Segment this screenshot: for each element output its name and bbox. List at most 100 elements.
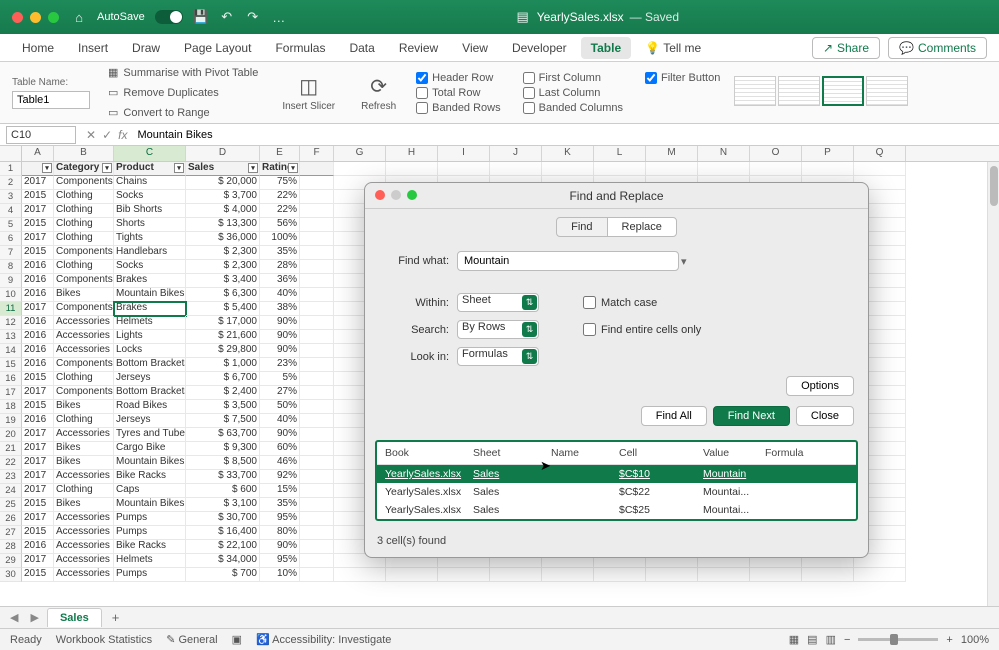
view-pagelayout-icon[interactable]: ▤ <box>807 633 817 646</box>
search-select[interactable]: By Rows⇅ <box>457 320 539 339</box>
tab-insert[interactable]: Insert <box>68 37 118 59</box>
col-header-A[interactable]: A <box>22 146 54 161</box>
cell[interactable]: 2016 <box>22 274 54 288</box>
cell[interactable]: Accessories <box>54 428 114 442</box>
cell[interactable]: Bike Racks <box>114 540 186 554</box>
cell[interactable]: $ 4,000 <box>186 204 260 218</box>
zoom-out-icon[interactable]: − <box>844 634 850 646</box>
cell[interactable]: $ 8,500 <box>186 456 260 470</box>
within-select[interactable]: Sheet⇅ <box>457 293 539 312</box>
cell[interactable]: 36% <box>260 274 300 288</box>
table-name-input[interactable] <box>12 91 90 109</box>
cell[interactable]: Components <box>54 302 114 316</box>
cell[interactable]: Components <box>54 386 114 400</box>
table-header[interactable] <box>300 162 334 176</box>
cell[interactable]: 90% <box>260 540 300 554</box>
undo-icon[interactable]: ↶ <box>219 9 235 25</box>
cell[interactable]: $ 5,400 <box>186 302 260 316</box>
col-header-Q[interactable]: Q <box>854 146 906 161</box>
cell[interactable]: 2017 <box>22 232 54 246</box>
cell[interactable]: Bike Racks <box>114 470 186 484</box>
cell[interactable]: Accessories <box>54 330 114 344</box>
cell[interactable]: 22% <box>260 204 300 218</box>
find-next-button[interactable]: Find Next <box>713 406 790 426</box>
find-all-button[interactable]: Find All <box>641 406 707 426</box>
cell[interactable]: 40% <box>260 414 300 428</box>
redo-icon[interactable]: ↷ <box>245 9 261 25</box>
cell[interactable]: 90% <box>260 330 300 344</box>
cell[interactable]: $ 22,100 <box>186 540 260 554</box>
view-pagebreak-icon[interactable]: ▥ <box>826 633 836 646</box>
cell[interactable]: 2016 <box>22 316 54 330</box>
cell[interactable]: 27% <box>260 386 300 400</box>
tab-page-layout[interactable]: Page Layout <box>174 37 261 59</box>
cell[interactable]: 2016 <box>22 540 54 554</box>
sheet-nav-next-icon[interactable]: ▶ <box>26 611 42 624</box>
cell[interactable]: Bikes <box>54 498 114 512</box>
view-normal-icon[interactable]: ▦ <box>789 633 799 646</box>
autosave-toggle[interactable] <box>155 10 183 24</box>
cell[interactable]: $ 2,300 <box>186 260 260 274</box>
cell[interactable]: Socks <box>114 260 186 274</box>
col-header-K[interactable]: K <box>542 146 594 161</box>
remove-dupes-button[interactable]: ▭ Remove Duplicates <box>104 84 262 101</box>
cell[interactable]: $ 1,000 <box>186 358 260 372</box>
result-row[interactable]: YearlySales.xlsxSales$C$10Mountain <box>377 465 856 483</box>
cell[interactable]: 2017 <box>22 442 54 456</box>
cell[interactable]: 56% <box>260 218 300 232</box>
cell[interactable]: Jerseys <box>114 414 186 428</box>
cell[interactable]: 15% <box>260 484 300 498</box>
cell[interactable]: Socks <box>114 190 186 204</box>
maximize-window-icon[interactable] <box>48 12 59 23</box>
cancel-formula-icon[interactable]: ✕ <box>86 128 96 142</box>
cell[interactable]: $ 33,700 <box>186 470 260 484</box>
dialog-close-icon[interactable] <box>375 190 385 200</box>
options-button[interactable]: Options <box>786 376 854 396</box>
tab-table[interactable]: Table <box>581 37 631 59</box>
cell[interactable]: $ 3,500 <box>186 400 260 414</box>
sheet-tab-sales[interactable]: Sales <box>47 608 102 627</box>
cell[interactable]: Components <box>54 274 114 288</box>
col-header-H[interactable]: H <box>386 146 438 161</box>
table-header[interactable]: ▾ <box>22 162 54 176</box>
last-col-checkbox[interactable]: Last Column <box>523 87 623 99</box>
table-header[interactable]: Category▾ <box>54 162 114 176</box>
zoom-slider[interactable] <box>858 638 938 641</box>
cell[interactable]: $ 3,100 <box>186 498 260 512</box>
cell[interactable]: $ 29,800 <box>186 344 260 358</box>
cell[interactable]: 95% <box>260 512 300 526</box>
cell[interactable]: 90% <box>260 316 300 330</box>
tab-developer[interactable]: Developer <box>502 37 577 59</box>
col-header-F[interactable]: F <box>300 146 334 161</box>
cell[interactable]: 38% <box>260 302 300 316</box>
cell[interactable]: 35% <box>260 498 300 512</box>
cell[interactable]: $ 2,300 <box>186 246 260 260</box>
cell[interactable]: Shorts <box>114 218 186 232</box>
cell[interactable]: Cargo Bike <box>114 442 186 456</box>
header-row-checkbox[interactable]: Header Row <box>416 72 501 84</box>
cell[interactable]: $ 36,000 <box>186 232 260 246</box>
cell[interactable]: Handlebars <box>114 246 186 260</box>
tab-view[interactable]: View <box>452 37 498 59</box>
add-sheet-button[interactable]: + <box>106 608 126 627</box>
cell[interactable]: 75% <box>260 176 300 190</box>
cell[interactable]: 2017 <box>22 386 54 400</box>
cell[interactable]: 2016 <box>22 260 54 274</box>
cell[interactable]: 92% <box>260 470 300 484</box>
cell[interactable]: Helmets <box>114 554 186 568</box>
cell[interactable]: Locks <box>114 344 186 358</box>
window-controls[interactable] <box>12 12 59 23</box>
formula-input[interactable] <box>131 126 999 144</box>
table-header[interactable]: Sales▾ <box>186 162 260 176</box>
cell[interactable]: $ 6,300 <box>186 288 260 302</box>
cell[interactable]: Clothing <box>54 204 114 218</box>
pivot-button[interactable]: ▦ Summarise with Pivot Table <box>104 64 262 81</box>
col-header-I[interactable]: I <box>438 146 490 161</box>
cell[interactable]: Caps <box>114 484 186 498</box>
comments-button[interactable]: 💬 Comments <box>888 37 987 59</box>
cell[interactable]: 2015 <box>22 498 54 512</box>
cell[interactable]: Bikes <box>54 288 114 302</box>
banded-cols-checkbox[interactable]: Banded Columns <box>523 102 623 114</box>
sheet-nav-prev-icon[interactable]: ◀ <box>6 611 22 624</box>
more-icon[interactable]: … <box>271 9 287 25</box>
